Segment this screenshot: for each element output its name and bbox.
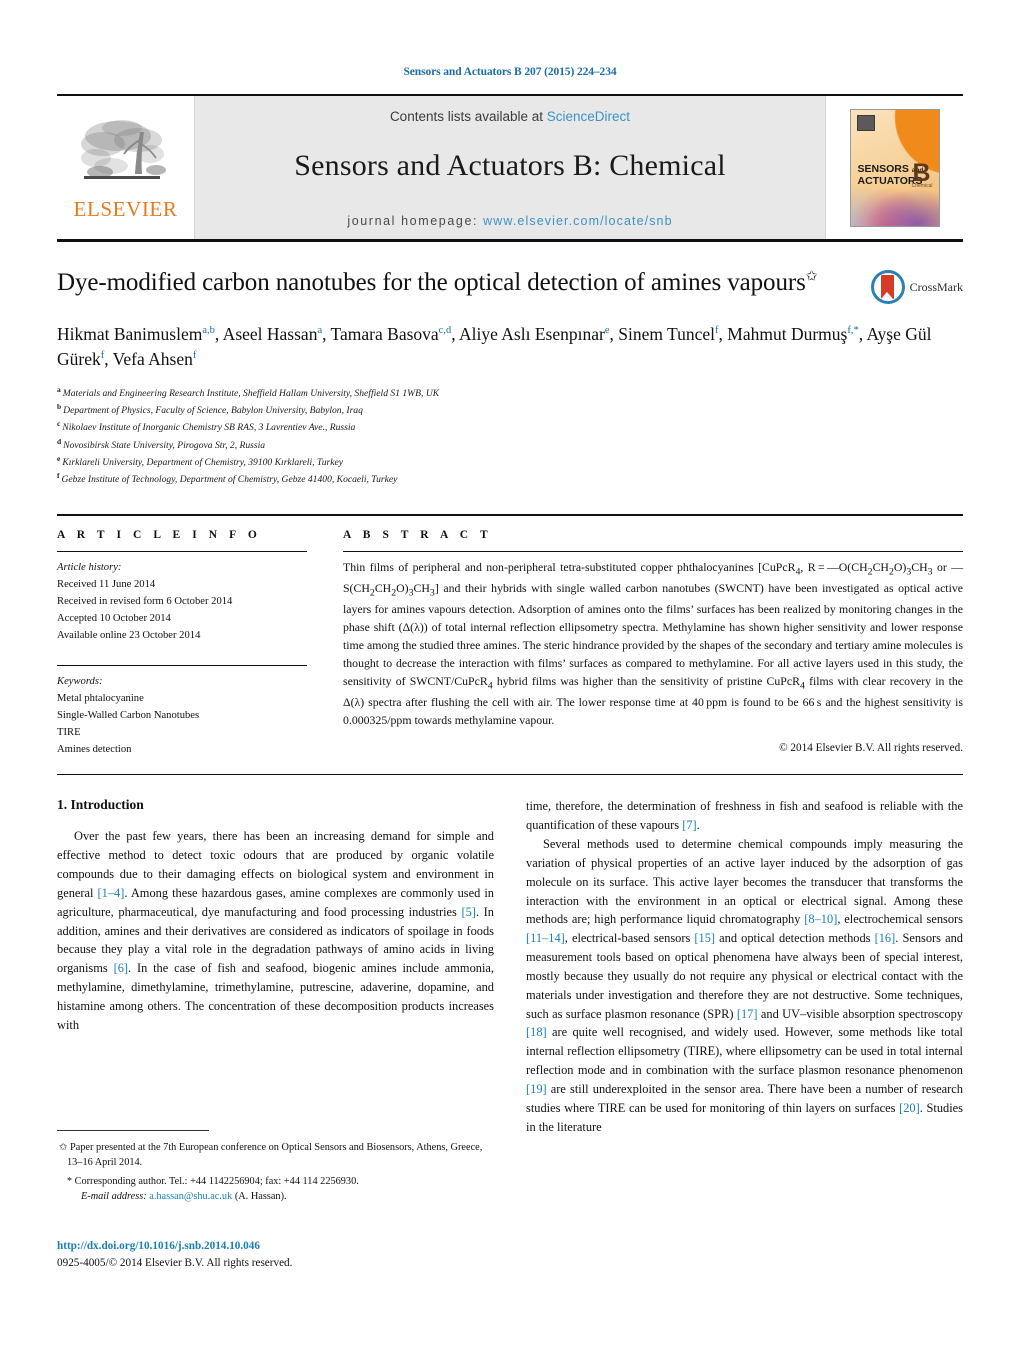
contents-prefix: Contents lists available at <box>389 109 547 124</box>
keyword-item: TIRE <box>57 727 81 738</box>
paragraph: Over the past few years, there has been … <box>57 829 494 1032</box>
author-list: Hikmat Banimuslema,b, Aseel Hassana, Tam… <box>57 324 932 369</box>
affiliation-item: e Kırklareli University, Department of Ch… <box>57 453 963 470</box>
affiliation-item: a Materials and Engineering Research Inst… <box>57 384 963 401</box>
body-columns: 1. Introduction Over the past few years,… <box>57 797 963 1136</box>
homepage-url-link[interactable]: www.elsevier.com/locate/snb <box>483 214 673 228</box>
affiliation-mark: e <box>57 454 61 464</box>
article-info-heading: A R T I C L E I N F O <box>57 528 262 541</box>
elsevier-logo: ELSEVIER <box>74 114 178 222</box>
info-abstract-band: A R T I C L E I N F O Article history: R… <box>57 513 963 759</box>
elsevier-tree-icon <box>74 114 178 196</box>
article-info-rule <box>57 550 307 552</box>
abstract-column: A B S T R A C T Thin films of peripheral… <box>343 529 963 759</box>
affiliation-item: f Gebze Institute of Technology, Departme… <box>57 470 963 487</box>
affiliation-mark: d <box>57 436 62 446</box>
crossmark-icon <box>870 270 905 304</box>
article-history-label: Article history: <box>57 561 122 573</box>
contents-list-line: Contents lists available at ScienceDirec… <box>390 109 630 124</box>
cover-subject: Chemical <box>911 182 933 189</box>
article-page: Sensors and Actuators B 207 (2015) 224–2… <box>0 0 1020 1351</box>
journal-masthead: ELSEVIER Contents lists available at Sci… <box>57 94 963 239</box>
keywords-rule <box>57 664 307 666</box>
title-text-wrap: Dye-modified carbon nanotubes for the op… <box>57 268 871 299</box>
body-column-left: 1. Introduction Over the past few years,… <box>57 797 494 1136</box>
abstract-body: Thin films of peripheral and non-periphe… <box>343 559 964 728</box>
doi-link[interactable]: http://dx.doi.org/10.1016/j.snb.2014.10.… <box>57 1238 292 1255</box>
footnote-corresponding-text: Corresponding author. Tel.: +44 11422569… <box>74 1175 359 1187</box>
keywords-block: Keywords: Metal phtalocyanine Single-Wal… <box>57 673 307 759</box>
body-column-right: time, therefore, the determination of fr… <box>526 797 963 1136</box>
affiliation-text: Gebze Institute of Technology, Departmen… <box>61 474 398 486</box>
article-info-column: A R T I C L E I N F O Article history: R… <box>57 529 343 759</box>
affiliation-text: Materials and Engineering Research Insti… <box>62 387 440 399</box>
title-area: Dye-modified carbon nanotubes for the op… <box>57 268 963 304</box>
doi-block: http://dx.doi.org/10.1016/j.snb.2014.10.… <box>57 1238 292 1272</box>
email-label: E-mail address: <box>81 1191 147 1203</box>
keyword-item: Single-Walled Carbon Nanotubes <box>57 709 200 721</box>
issn-copyright-line: 0925-4005/© 2014 Elsevier B.V. All right… <box>57 1256 293 1269</box>
email-owner: (A. Hassan). <box>234 1191 287 1203</box>
footnote-corresponding-marker: * <box>67 1175 72 1187</box>
running-head: Sensors and Actuators B 207 (2015) 224–2… <box>403 66 617 78</box>
band-bottom-rule <box>57 774 963 776</box>
affiliation-item: d Novosibirsk State University, Pirogova … <box>57 436 963 453</box>
keyword-item: Amines detection <box>57 744 132 756</box>
abstract-heading: A B S T R A C T <box>343 528 493 541</box>
crossmark-badge[interactable]: CrossMark <box>870 268 963 304</box>
cover-line1: SENSORS <box>857 163 909 176</box>
affiliation-text: Department of Physics, Faculty of Scienc… <box>63 405 363 417</box>
affiliation-list: a Materials and Engineering Research Inst… <box>57 384 963 488</box>
history-item: Received in revised form 6 October 2014 <box>57 596 233 608</box>
affiliation-mark: a <box>57 384 61 394</box>
journal-cover-thumbnail: SENSORS and ACTUATORS B Chemical <box>849 108 940 227</box>
affiliation-text: Novosibirsk State University, Pirogova S… <box>63 439 266 451</box>
footnote-conference-marker: ✩ <box>59 1142 68 1153</box>
footnote-rule <box>57 1130 209 1131</box>
footnote-conference: ✩ Paper presented at the 7th European co… <box>57 1140 491 1171</box>
affiliation-item: c Nikolaev Institute of Inorganic Chemist… <box>57 418 963 435</box>
sciencedirect-link[interactable]: ScienceDirect <box>547 109 630 124</box>
journal-title: Sensors and Actuators B: Chemical <box>294 149 726 182</box>
abstract-copyright: © 2014 Elsevier B.V. All rights reserved… <box>779 742 963 755</box>
history-item: Accepted 10 October 2014 <box>57 613 171 625</box>
article-history-block: Article history: Received 11 June 2014 R… <box>57 559 307 645</box>
paragraph: Several methods used to determine chemic… <box>526 837 963 1134</box>
abstract-rule <box>343 550 963 552</box>
affiliation-mark: f <box>57 471 60 481</box>
homepage-prefix: journal homepage: <box>347 214 484 228</box>
article-title-text: Dye-modified carbon nanotubes for the op… <box>57 269 806 296</box>
footnote-conference-text: Paper presented at the 7th European conf… <box>67 1142 483 1169</box>
masthead-center: Contents lists available at ScienceDirec… <box>195 96 825 239</box>
crossmark-label: CrossMark <box>909 279 963 294</box>
affiliation-text: Kırklareli University, Department of Che… <box>62 457 344 469</box>
journal-cover-cell: SENSORS and ACTUATORS B Chemical <box>825 96 963 239</box>
journal-homepage-line: journal homepage: www.elsevier.com/locat… <box>347 214 672 228</box>
affiliation-mark: c <box>57 419 61 429</box>
footnote-email-line: E-mail address: a.hassan@shu.ac.uk (A. H… <box>57 1189 491 1204</box>
title-footnote-marker: ✩ <box>805 269 818 285</box>
page-title: Dye-modified carbon nanotubes for the op… <box>57 268 857 299</box>
keywords-label: Keywords: <box>57 675 103 687</box>
affiliation-mark: b <box>57 402 62 412</box>
elsevier-wordmark: ELSEVIER <box>73 196 178 221</box>
footnote-area: ✩ Paper presented at the 7th European co… <box>57 1130 491 1205</box>
publisher-logo-cell: ELSEVIER <box>57 96 195 239</box>
history-item: Received 11 June 2014 <box>57 578 156 590</box>
paragraph: time, therefore, the determination of fr… <box>526 799 963 833</box>
affiliation-item: b Department of Physics, Faculty of Scien… <box>57 401 963 418</box>
affiliation-text: Nikolaev Institute of Inorganic Chemistr… <box>62 422 356 434</box>
masthead-bottom-rule <box>57 239 963 242</box>
email-link[interactable]: a.hassan@shu.ac.uk <box>149 1191 232 1202</box>
cover-elsevier-mark-icon <box>856 114 875 131</box>
keyword-item: Metal phtalocyanine <box>57 692 144 704</box>
footnote-corresponding: * Corresponding author. Tel.: +44 114225… <box>57 1174 491 1189</box>
history-item: Available online 23 October 2014 <box>57 630 201 642</box>
section-heading-introduction: 1. Introduction <box>57 797 144 813</box>
